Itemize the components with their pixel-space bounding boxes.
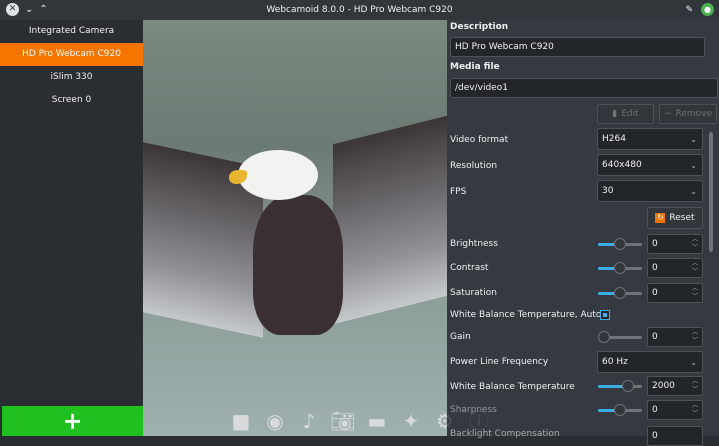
power-line-select[interactable]: 60 Hz ⌄ (597, 351, 703, 373)
description-input[interactable]: HD Pro Webcam C920 (450, 37, 705, 57)
spin-arrows-icon[interactable]: ︿ ﹀ (692, 402, 698, 418)
sharpness-value: 0 (652, 405, 658, 415)
chevron-down-icon: ⌄ (690, 134, 697, 144)
backlight-value: 0 (652, 431, 658, 441)
brightness-label: Brightness (450, 239, 498, 249)
film-icon[interactable]: ▬ (364, 408, 390, 434)
sharpness-spinbox[interactable]: 0 ︿ ﹀ (647, 400, 703, 420)
device-item[interactable]: iSlim 330 (0, 66, 143, 89)
minus-icon: − (663, 109, 672, 119)
spin-arrows-icon[interactable]: ︿ ﹀ (692, 329, 698, 345)
reset-icon: ↻ (655, 213, 666, 223)
sharpness-label: Sharpness (450, 405, 497, 415)
fps-select[interactable]: 30 ⌄ (597, 180, 703, 202)
remove-label: Remove (675, 109, 713, 119)
reset-button[interactable]: ↻ Reset (647, 207, 703, 229)
settings-panel: Description HD Pro Webcam C920 Media fil… (447, 20, 719, 446)
video-format-select[interactable]: H264 ⌄ (597, 128, 703, 150)
device-item[interactable]: Integrated Camera (0, 20, 143, 43)
backlight-spinbox[interactable]: 0 (647, 426, 703, 446)
brightness-spinbox[interactable]: 0 ︿ ﹀ (647, 234, 703, 254)
fps-label: FPS (450, 187, 467, 197)
saturation-label: Saturation (450, 288, 497, 298)
media-file-input[interactable]: /dev/video1 (450, 78, 718, 98)
contrast-spinbox[interactable]: 0 ︿ ﹀ (647, 258, 703, 278)
gain-spinbox[interactable]: 0 ︿ ﹀ (647, 327, 703, 347)
contrast-value: 0 (652, 263, 658, 273)
power-line-label: Power Line Frequency (450, 357, 549, 367)
wb-temp-value: 2000 (652, 381, 675, 391)
eagle-wing-right (333, 115, 447, 325)
wb-temp-slider[interactable] (598, 380, 642, 392)
description-label: Description (450, 22, 509, 32)
eagle-head (238, 150, 318, 200)
power-line-value: 60 Hz (602, 357, 628, 367)
reset-label: Reset (669, 213, 695, 223)
video-preview (143, 20, 447, 436)
brightness-value: 0 (652, 239, 658, 249)
video-format-value: H264 (602, 134, 626, 144)
gain-slider[interactable] (598, 331, 642, 343)
wb-auto-checkbox[interactable] (600, 310, 610, 320)
media-file-label: Media file (450, 62, 500, 72)
fps-value: 30 (602, 186, 614, 196)
contrast-slider[interactable] (598, 262, 642, 274)
video-format-label: Video format (450, 135, 509, 145)
resolution-value: 640x480 (602, 160, 642, 170)
device-list: Integrated Camera HD Pro Webcam C920 iSl… (0, 20, 143, 436)
wb-temp-spinbox[interactable]: 2000 ︿ ﹀ (647, 376, 703, 396)
scrollbar[interactable] (709, 132, 713, 252)
window-title: Webcamoid 8.0.0 - HD Pro Webcam C920 (266, 5, 453, 15)
chevron-down-icon: ⌄ (690, 186, 697, 196)
eagle-body (253, 195, 343, 335)
add-device-button[interactable]: + (2, 406, 143, 436)
spin-arrows-icon[interactable]: ︿ ﹀ (692, 378, 698, 394)
close-icon[interactable]: ✕ (6, 3, 19, 16)
camera-icon[interactable]: 📷︎ (330, 408, 356, 434)
remove-button[interactable]: − Remove (659, 104, 717, 124)
edit-label: Edit (621, 109, 639, 119)
maximize-icon[interactable]: ⌃ (39, 4, 47, 15)
device-item-selected[interactable]: HD Pro Webcam C920 (0, 43, 143, 66)
pin-icon[interactable]: ✎ (685, 5, 693, 15)
chevron-down-icon: ⌄ (690, 357, 697, 367)
minimize-icon[interactable]: ⌄ (25, 4, 33, 15)
saturation-slider[interactable] (598, 287, 642, 299)
gain-label: Gain (450, 332, 471, 342)
brightness-slider[interactable] (598, 238, 642, 250)
effects-wand-icon[interactable]: ✦ (398, 408, 424, 434)
edit-icon: ▮ (612, 109, 618, 119)
saturation-value: 0 (652, 288, 658, 298)
wb-temp-label: White Balance Temperature (450, 382, 575, 392)
wb-auto-label: White Balance Temperature, Auto (450, 310, 602, 320)
sharpness-slider[interactable] (598, 404, 642, 416)
edit-button[interactable]: ▮ Edit (597, 104, 654, 124)
spin-arrows-icon[interactable]: ︿ ﹀ (692, 236, 698, 252)
app-status-icon[interactable]: ● (701, 3, 714, 16)
stop-icon[interactable]: ■ (228, 408, 254, 434)
gain-value: 0 (652, 332, 658, 342)
resolution-label: Resolution (450, 161, 498, 171)
saturation-spinbox[interactable]: 0 ︿ ﹀ (647, 283, 703, 303)
spin-arrows-icon[interactable]: ︿ ﹀ (692, 260, 698, 276)
webcam-icon[interactable]: ◉ (262, 408, 288, 434)
chevron-down-icon: ⌄ (690, 160, 697, 170)
spin-arrows-icon[interactable]: ︿ ﹀ (692, 285, 698, 301)
device-item[interactable]: Screen 0 (0, 89, 143, 112)
music-icon[interactable]: ♪ (296, 408, 322, 434)
resolution-select[interactable]: 640x480 ⌄ (597, 154, 703, 176)
contrast-label: Contrast (450, 263, 489, 273)
title-bar: ✕ ⌄ ⌃ Webcamoid 8.0.0 - HD Pro Webcam C9… (0, 0, 719, 20)
backlight-label: Backlight Compensation (450, 429, 560, 439)
